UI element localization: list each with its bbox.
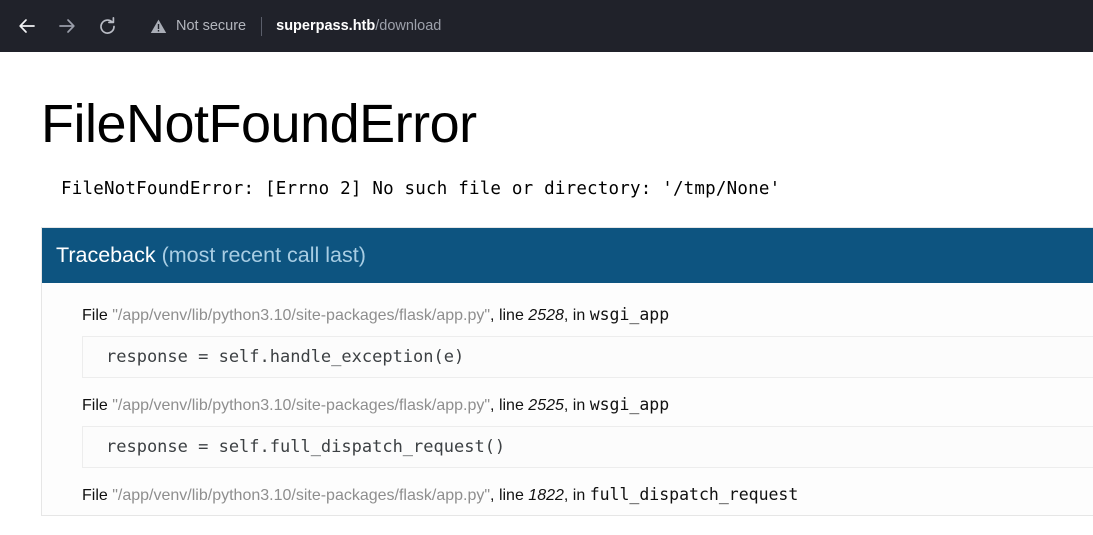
frame-line-label: , line [490, 397, 529, 415]
frame-location: File "/app/venv/lib/python3.10/site-pack… [82, 394, 1093, 426]
frame-in-label: , in [563, 397, 590, 415]
frame-line-number: 2528 [528, 307, 564, 325]
frame-function-name: wsgi_app [589, 395, 670, 415]
frame-location: File "/app/venv/lib/python3.10/site-pack… [82, 484, 1093, 516]
error-page: FileNotFoundError FileNotFoundError: [Er… [0, 52, 1093, 517]
reload-button[interactable] [90, 9, 124, 43]
warning-triangle-icon [150, 18, 167, 35]
frame-location: File "/app/venv/lib/python3.10/site-pack… [82, 304, 1093, 336]
address-divider [261, 16, 263, 36]
traceback-frames: File "/app/venv/lib/python3.10/site-pack… [42, 283, 1093, 516]
frame-in-label: , in [563, 307, 590, 325]
url-host: superpass.htb [276, 18, 376, 34]
traceback-frame: File "/app/venv/lib/python3.10/site-pack… [42, 484, 1093, 516]
address-bar[interactable]: Not secure superpass.htb/download [150, 16, 1093, 36]
traceback-panel: Traceback (most recent call last) File "… [41, 226, 1093, 517]
traceback-heading: Traceback [56, 242, 156, 267]
traceback-subheading: (most recent call last) [161, 242, 366, 267]
traceback-frame: File "/app/venv/lib/python3.10/site-pack… [42, 394, 1093, 468]
page-title: FileNotFoundError [41, 94, 477, 154]
frame-line-label: , line [490, 307, 529, 325]
frame-line-number: 1822 [528, 486, 564, 504]
url-path: /download [375, 18, 442, 34]
frame-line-label: , line [490, 486, 529, 504]
arrow-right-icon [57, 16, 77, 36]
frame-filename[interactable]: "/app/venv/lib/python3.10/site-packages/… [112, 307, 490, 324]
frame-line-number: 2525 [528, 397, 564, 415]
frame-file-keyword: File [82, 307, 108, 325]
frame-filename[interactable]: "/app/venv/lib/python3.10/site-packages/… [112, 397, 490, 414]
frame-file-keyword: File [82, 486, 108, 504]
forward-button[interactable] [50, 9, 84, 43]
browser-toolbar: Not secure superpass.htb/download [0, 0, 1093, 52]
frame-in-label: , in [563, 486, 590, 504]
traceback-frame: File "/app/venv/lib/python3.10/site-pack… [42, 304, 1093, 379]
error-message: FileNotFoundError: [Errno 2] No such fil… [61, 178, 781, 199]
arrow-left-icon [17, 16, 37, 36]
back-button[interactable] [10, 9, 44, 43]
reload-icon [97, 16, 118, 37]
frame-source-line: response = self.full_dispatch_request() [82, 425, 1093, 468]
traceback-header: Traceback (most recent call last) [42, 227, 1093, 284]
frame-source-line: response = self.handle_exception(e) [82, 336, 1093, 379]
frame-function-name: full_dispatch_request [589, 484, 799, 504]
url-text: superpass.htb/download [276, 18, 441, 34]
frame-function-name: wsgi_app [589, 305, 670, 325]
security-status-label: Not secure [176, 18, 247, 34]
frame-filename[interactable]: "/app/venv/lib/python3.10/site-packages/… [112, 487, 490, 504]
frame-file-keyword: File [82, 397, 108, 415]
